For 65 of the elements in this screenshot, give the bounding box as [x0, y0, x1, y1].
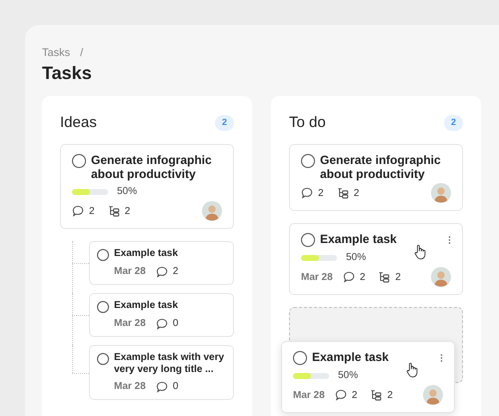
- comment-icon: [342, 271, 355, 283]
- task-title: Example task: [312, 350, 390, 364]
- page-title: Tasks: [42, 62, 93, 84]
- comment-count: 2: [89, 204, 95, 218]
- subtask-title: Example task: [114, 300, 178, 312]
- subtask-title: Example task: [114, 248, 178, 260]
- more-options-icon[interactable]: [440, 353, 443, 363]
- column-title: Ideas: [60, 112, 97, 132]
- comment-count: 2: [318, 186, 324, 200]
- task-title: Example task: [320, 232, 398, 246]
- subtask-card[interactable]: Example task with very very very long title ... Mar 28 0: [89, 345, 234, 400]
- subtask-title: Example task with very very very long title ...: [114, 352, 226, 376]
- due-date: Mar 28: [114, 380, 146, 394]
- task-card[interactable]: Example task 50% Mar 28 2 2: [281, 341, 455, 413]
- comment-icon: [156, 380, 168, 392]
- comment-icon: [72, 205, 84, 217]
- due-date: Mar 28: [114, 317, 146, 331]
- subtask-count: 2: [395, 270, 401, 284]
- task-checkbox[interactable]: [293, 351, 307, 365]
- subtask-icon: [370, 389, 382, 401]
- task-checkbox[interactable]: [301, 154, 315, 168]
- subtask-card[interactable]: Example task Mar 28 0: [89, 293, 234, 337]
- due-date: Mar 28: [114, 265, 146, 279]
- subtask-card[interactable]: Example task Mar 28 2: [89, 241, 234, 285]
- comment-count: 0: [172, 317, 178, 331]
- progress-text: 50%: [346, 251, 366, 265]
- comment-icon: [301, 187, 313, 199]
- comment-count: 2: [352, 388, 358, 402]
- progress-text: 50%: [338, 369, 358, 383]
- avatar: [431, 183, 451, 203]
- task-checkbox[interactable]: [301, 233, 315, 247]
- due-date: Mar 28: [293, 388, 325, 402]
- task-card[interactable]: Example task 50% Mar 28 2 2: [289, 223, 463, 295]
- count-badge: 2: [444, 115, 463, 130]
- subtask-icon: [378, 271, 390, 283]
- column-title: To do: [289, 112, 326, 132]
- comment-icon: [334, 389, 347, 401]
- subtask-count: 2: [387, 388, 393, 402]
- task-title: Generate infographic about productivity: [320, 153, 442, 181]
- task-checkbox[interactable]: [97, 301, 109, 313]
- avatar: [202, 201, 222, 221]
- comment-icon: [156, 266, 168, 278]
- comment-count: 2: [360, 270, 366, 284]
- task-checkbox[interactable]: [72, 154, 86, 168]
- due-date: Mar 28: [301, 270, 333, 284]
- task-checkbox[interactable]: [97, 353, 109, 365]
- hand-cursor-icon: [406, 362, 418, 378]
- subtask-count: 2: [124, 204, 130, 218]
- hand-cursor-icon: [414, 244, 426, 260]
- task-checkbox[interactable]: [97, 249, 109, 261]
- subtask-icon: [336, 187, 349, 199]
- comment-count: 0: [172, 380, 178, 394]
- breadcrumb-separator: /: [80, 46, 84, 61]
- task-card[interactable]: Generate infographic about productivity 50% 2 2: [60, 144, 234, 229]
- subtask-icon: [108, 205, 120, 217]
- progress-text: 50%: [117, 185, 138, 199]
- more-options-icon[interactable]: [448, 235, 451, 245]
- comment-icon: [156, 318, 168, 330]
- avatar: [423, 385, 443, 405]
- count-badge: 2: [214, 115, 234, 130]
- task-title: Generate infographic about productivity: [91, 153, 213, 181]
- comment-count: 2: [172, 265, 178, 279]
- subtask-count: 2: [354, 186, 360, 200]
- task-card[interactable]: Generate infographic about productivity 2 2: [289, 144, 463, 211]
- avatar: [431, 267, 451, 287]
